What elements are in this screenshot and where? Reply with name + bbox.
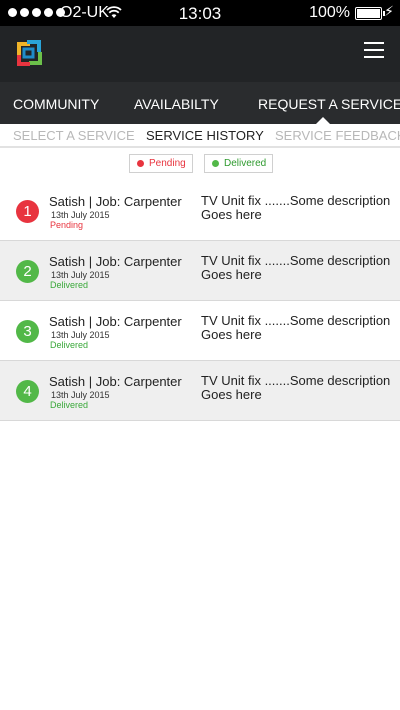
- item-status: Pending: [50, 220, 84, 230]
- item-status: Delivered: [50, 340, 89, 350]
- battery-percentage: 100%: [309, 4, 350, 21]
- item-date: 13th July 2015: [51, 330, 110, 340]
- item-title: Satish | Job: Carpenter: [49, 374, 182, 389]
- item-title: Satish | Job: Carpenter: [49, 194, 182, 209]
- list-item[interactable]: 3 Satish | Job: Carpenter 13th July 2015…: [0, 301, 400, 361]
- sub-nav: SELECT A SERVICE SERVICE HISTORY SERVICE…: [0, 124, 400, 148]
- main-nav: COMMUNITY AVAILABILTY REQUEST A SERVICE: [0, 82, 400, 124]
- charging-icon: ⚡: [384, 3, 394, 19]
- item-date: 13th July 2015: [51, 390, 110, 400]
- list-item[interactable]: 1 Satish | Job: Carpenter 13th July 2015…: [0, 181, 400, 241]
- pending-dot-icon: [137, 160, 144, 167]
- tab-service-history[interactable]: SERVICE HISTORY: [146, 128, 264, 143]
- item-number-badge: 4: [16, 380, 39, 403]
- list-item[interactable]: 4 Satish | Job: Carpenter 13th July 2015…: [0, 361, 400, 421]
- item-description: TV Unit fix .......Some description Goes…: [201, 373, 391, 402]
- app-header: [0, 26, 400, 82]
- legend-pending[interactable]: Pending: [129, 154, 193, 173]
- legend-delivered[interactable]: Delivered: [204, 154, 274, 173]
- item-description: TV Unit fix .......Some description Goes…: [201, 313, 391, 342]
- delivered-dot-icon: [212, 160, 219, 167]
- item-number-badge: 2: [16, 260, 39, 283]
- item-number-badge: 3: [16, 320, 39, 343]
- item-title: Satish | Job: Carpenter: [49, 254, 182, 269]
- battery-icon: [355, 7, 385, 20]
- item-status: Delivered: [50, 280, 89, 290]
- item-description: TV Unit fix .......Some description Goes…: [201, 253, 391, 282]
- nav-item-request-a-service[interactable]: REQUEST A SERVICE: [258, 96, 400, 112]
- item-description: TV Unit fix .......Some description Goes…: [201, 193, 391, 222]
- service-history-list: 1 Satish | Job: Carpenter 13th July 2015…: [0, 181, 400, 421]
- item-number-badge: 1: [16, 200, 39, 223]
- active-nav-indicator: [316, 117, 330, 124]
- nav-item-community[interactable]: COMMUNITY: [13, 96, 99, 112]
- tab-select-a-service[interactable]: SELECT A SERVICE: [13, 128, 135, 143]
- nav-item-availability[interactable]: AVAILABILTY: [134, 96, 219, 112]
- status-legend: Pending Delivered: [0, 154, 400, 174]
- item-date: 13th July 2015: [51, 270, 110, 280]
- item-status: Delivered: [50, 400, 89, 410]
- hamburger-menu-icon[interactable]: [364, 42, 384, 60]
- item-date: 13th July 2015: [51, 210, 110, 220]
- status-bar: O2-UK 13:03 100% ⚡: [0, 0, 400, 26]
- item-title: Satish | Job: Carpenter: [49, 314, 182, 329]
- app-logo-icon[interactable]: [12, 36, 46, 70]
- legend-delivered-label: Delivered: [224, 158, 267, 169]
- legend-pending-label: Pending: [149, 158, 186, 169]
- tab-service-feedback[interactable]: SERVICE FEEDBACK: [275, 128, 400, 143]
- list-item[interactable]: 2 Satish | Job: Carpenter 13th July 2015…: [0, 241, 400, 301]
